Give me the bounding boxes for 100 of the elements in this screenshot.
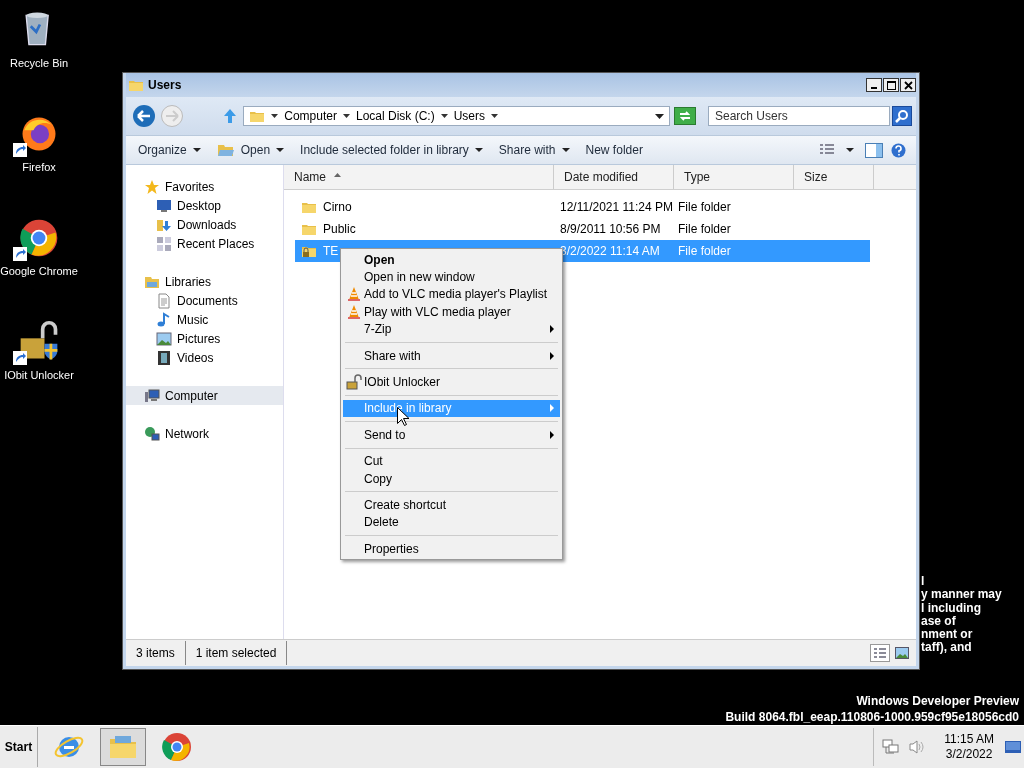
globe-icon <box>144 425 160 442</box>
breadcrumb-item[interactable]: Local Disk (C:) <box>355 109 435 123</box>
search-button[interactable] <box>892 106 912 126</box>
minimize-icon <box>871 87 877 89</box>
menu-item[interactable]: 7-Zip <box>343 320 560 338</box>
dropdown-caret-icon[interactable] <box>655 113 665 119</box>
desktop-icon-label[interactable]: IObit Unlocker <box>4 369 74 381</box>
caret-icon[interactable] <box>440 114 448 118</box>
watermark-text: Build 8064.fbl_eeap.110806-1000.959cf95e18056cd0 <box>725 709 1019 725</box>
monitor-icon <box>156 197 172 214</box>
monitor-icon <box>1005 741 1021 753</box>
toolbar-button[interactable]: Share with <box>490 139 578 161</box>
navigation-item[interactable]: Documents <box>126 291 283 310</box>
caret-icon <box>474 148 483 152</box>
caret-icon <box>561 148 570 152</box>
background-text: l including <box>921 601 981 615</box>
thumbnail-view-button[interactable] <box>892 644 912 662</box>
type-cell: File folder <box>678 200 731 214</box>
caret-icon[interactable] <box>491 114 498 118</box>
desktop-icon-label[interactable]: Firefox <box>22 161 56 173</box>
details-list-icon <box>873 647 887 659</box>
padlock-icon <box>346 374 362 391</box>
refresh-arrows-icon <box>678 110 693 122</box>
caret-icon[interactable] <box>271 114 279 118</box>
menu-item[interactable]: Share with <box>343 346 560 365</box>
navigation-item[interactable]: Downloads <box>126 215 283 234</box>
menu-item[interactable]: Open in new window <box>343 268 560 286</box>
desktop-icon-label[interactable]: Google Chrome <box>0 265 78 277</box>
computer-icon <box>144 387 160 404</box>
toolbar-button[interactable]: New folder <box>577 139 651 161</box>
menu-item[interactable]: Copy <box>343 469 560 488</box>
background-text: taff), and <box>921 641 973 655</box>
file-row[interactable]: Cirno 12/11/2021 11:24 PM File folder <box>295 196 870 218</box>
column-header[interactable]: Name <box>284 165 554 189</box>
maximize-icon <box>886 80 896 90</box>
menu-item[interactable]: Delete <box>343 513 560 532</box>
traffic-cone-icon <box>346 303 362 320</box>
menu-item[interactable]: Play with VLC media player <box>343 303 560 321</box>
breadcrumb-item[interactable]: Computer <box>284 109 337 123</box>
navigation-item[interactable]: Videos <box>126 348 283 367</box>
search-field[interactable]: Search Users <box>708 106 890 126</box>
picture-icon <box>156 330 172 347</box>
close-icon <box>903 80 913 90</box>
navigation-item[interactable]: Computer <box>126 386 283 405</box>
type-cell: File folder <box>678 222 731 236</box>
navigation-item[interactable]: Network <box>126 424 283 443</box>
navigation-item[interactable]: Recent Places <box>126 234 283 253</box>
column-header[interactable]: Type <box>674 165 794 189</box>
details-view-button[interactable] <box>870 644 890 662</box>
browser-icon <box>161 731 193 763</box>
date-cell: 12/11/2021 11:24 PM <box>560 200 673 214</box>
folder-button[interactable] <box>100 728 146 766</box>
menu-item[interactable]: Properties <box>343 540 560 558</box>
menu-item[interactable]: IObit Unlocker <box>343 373 560 391</box>
star-icon <box>144 178 160 195</box>
background-text: y manner may <box>921 588 1002 602</box>
column-header[interactable]: Size <box>794 165 874 189</box>
traffic-cone-icon <box>346 286 362 303</box>
navigation-item[interactable]: Favorites <box>126 177 283 196</box>
navigation-item[interactable]: Desktop <box>126 196 283 215</box>
submenu-arrow-icon <box>550 430 554 439</box>
menu-item[interactable]: Send to <box>343 426 560 444</box>
file-row[interactable]: Public 8/9/2011 10:56 PM File folder <box>295 218 870 240</box>
clock-date[interactable]: 3/2/2022 <box>945 747 993 762</box>
start-button[interactable]: Start <box>0 727 38 767</box>
menu-item[interactable]: Create shortcut <box>343 496 560 514</box>
submenu-arrow-icon <box>550 325 554 334</box>
background-text: nment or <box>921 628 974 642</box>
status-text: 1 item selected <box>185 641 288 665</box>
network-icon[interactable] <box>882 739 901 755</box>
toolbar-button[interactable]: Open <box>208 139 293 161</box>
window-title: Users <box>148 78 182 92</box>
toolbar-button[interactable]: Include selected folder in library <box>292 139 491 161</box>
open-folder-icon <box>216 142 235 158</box>
refresh-button[interactable] <box>674 107 696 125</box>
sort-caret-icon <box>334 173 341 177</box>
file-name: TE <box>323 244 339 258</box>
file-name: Public <box>323 222 356 236</box>
navigation-item[interactable]: Libraries <box>126 272 283 291</box>
preview-pane-button[interactable] <box>865 140 883 160</box>
toolbar-button[interactable]: Organize <box>130 139 209 161</box>
submenu-arrow-icon <box>550 404 554 413</box>
date-cell: 3/2/2022 11:14 AM <box>560 244 660 258</box>
menu-item[interactable]: Cut <box>343 452 560 470</box>
navigation-item[interactable]: Pictures <box>126 329 283 348</box>
clock-time[interactable]: 11:15 AM <box>944 732 994 747</box>
breadcrumb-item[interactable]: Users <box>453 109 485 123</box>
caret-icon[interactable] <box>342 114 350 118</box>
maximize-button[interactable] <box>883 78 899 92</box>
menu-item[interactable]: Add to VLC media player's Playlist <box>343 285 560 304</box>
music-note-icon <box>156 311 172 328</box>
document-icon <box>156 292 172 309</box>
address-bar[interactable]: Computer Local Disk (C:) Users <box>243 106 671 126</box>
film-icon <box>156 349 172 366</box>
minimize-button[interactable] <box>866 78 882 92</box>
column-header[interactable]: Date modified <box>554 165 674 189</box>
desktop-icon-label[interactable]: Recycle Bin <box>9 57 69 69</box>
back-button[interactable] <box>130 102 158 130</box>
close-button[interactable] <box>900 78 916 92</box>
navigation-item[interactable]: Music <box>126 310 283 329</box>
